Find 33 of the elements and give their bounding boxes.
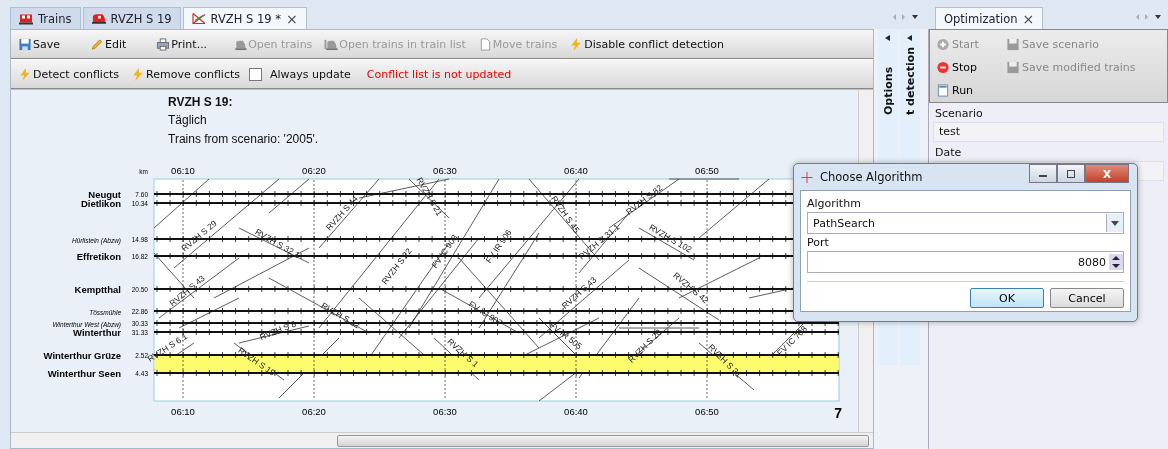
field-label: Port: [807, 236, 830, 249]
time-label: 06:20: [302, 406, 326, 417]
time-label: 06:30: [433, 406, 457, 417]
station-name: Kemptthal: [74, 284, 121, 295]
document-title: RVZH S 19:: [168, 94, 234, 111]
time-label: 06:40: [564, 406, 588, 417]
train-label: FV IR 505: [547, 319, 584, 352]
field-label: Algorithm: [807, 197, 862, 210]
checkbox-label: Always update: [270, 67, 351, 81]
train-label: RVZH S 8: [258, 318, 298, 342]
station-name: Winterthur: [73, 327, 121, 338]
time-label: 06:50: [695, 165, 719, 176]
document-subtitle: Täglich: [168, 112, 208, 129]
train-label: FV IC 708: [774, 323, 809, 358]
time-label: 06:50: [695, 406, 719, 417]
station-name: Neugut: [88, 189, 121, 200]
station-name: Effretikon: [76, 251, 121, 262]
time-label: 06:10: [171, 406, 195, 417]
time-label: 06:40: [564, 165, 588, 176]
time-label: 06:30: [433, 165, 457, 176]
document-note: Trains from scenario: '2005'.: [168, 131, 320, 148]
page-number: 7: [834, 405, 842, 420]
status-message: Conflict list is not updated: [366, 67, 512, 81]
train-label: FV IC 907: [466, 298, 505, 329]
time-label: 06:20: [302, 165, 326, 176]
field-label: Scenario: [934, 106, 984, 122]
train-label: FV IR 906: [483, 227, 514, 265]
train-label: FV IC 908: [429, 232, 460, 270]
station-name: Winterthur Seen: [47, 368, 121, 379]
field-label: Date: [934, 145, 963, 161]
station-name: Winterthur Grüze: [43, 350, 121, 361]
time-label: 06:10: [171, 165, 195, 176]
dialog-title: Choose Algorithm: [820, 170, 923, 184]
